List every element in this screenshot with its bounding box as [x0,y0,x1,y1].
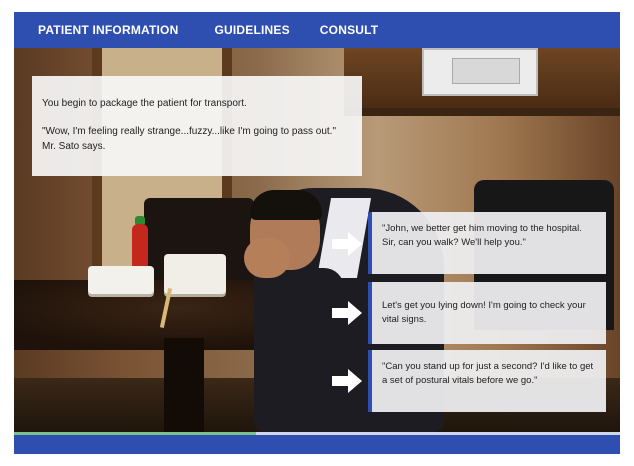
choice-option-1[interactable]: "John, we better get him moving to the h… [368,212,606,274]
scene-sauce-bottle [132,224,148,268]
scene-microwave [422,48,538,96]
footer-bar [14,435,620,454]
choice-option-3-text: "Can you stand up for just a second? I'd… [382,361,594,386]
choice-option-3[interactable]: "Can you stand up for just a second? I'd… [368,350,606,412]
scene-patient-hand [244,238,290,278]
arrow-right-icon[interactable] [332,369,362,393]
scene-counter [344,108,620,116]
arrow-right-icon[interactable] [332,232,362,256]
choice-option-1-text: "John, we better get him moving to the h… [382,223,582,248]
top-nav: PATIENT INFORMATION GUIDELINES CONSULT [14,12,620,48]
choice-option-2-text: Let's get you lying down! I'm going to c… [382,300,586,325]
scenario-frame: PATIENT INFORMATION GUIDELINES CONSULT Y… [14,12,620,454]
scene-table-leg [164,338,204,432]
narration-line-1: You begin to package the patient for tra… [42,98,247,109]
scene-patient-hair [250,190,322,220]
nav-consult[interactable]: CONSULT [320,23,379,37]
scene-takeout-box-2 [164,254,226,294]
microwave-window [452,58,520,84]
narration-line-2: "Wow, I'm feeling really strange...fuzzy… [42,126,337,152]
scene-takeout-box-1 [88,266,154,294]
choice-option-2[interactable]: Let's get you lying down! I'm going to c… [368,282,606,344]
nav-guidelines[interactable]: GUIDELINES [214,23,289,37]
narration-box: You begin to package the patient for tra… [32,76,362,176]
nav-patient-information[interactable]: PATIENT INFORMATION [38,23,178,37]
arrow-right-icon[interactable] [332,301,362,325]
